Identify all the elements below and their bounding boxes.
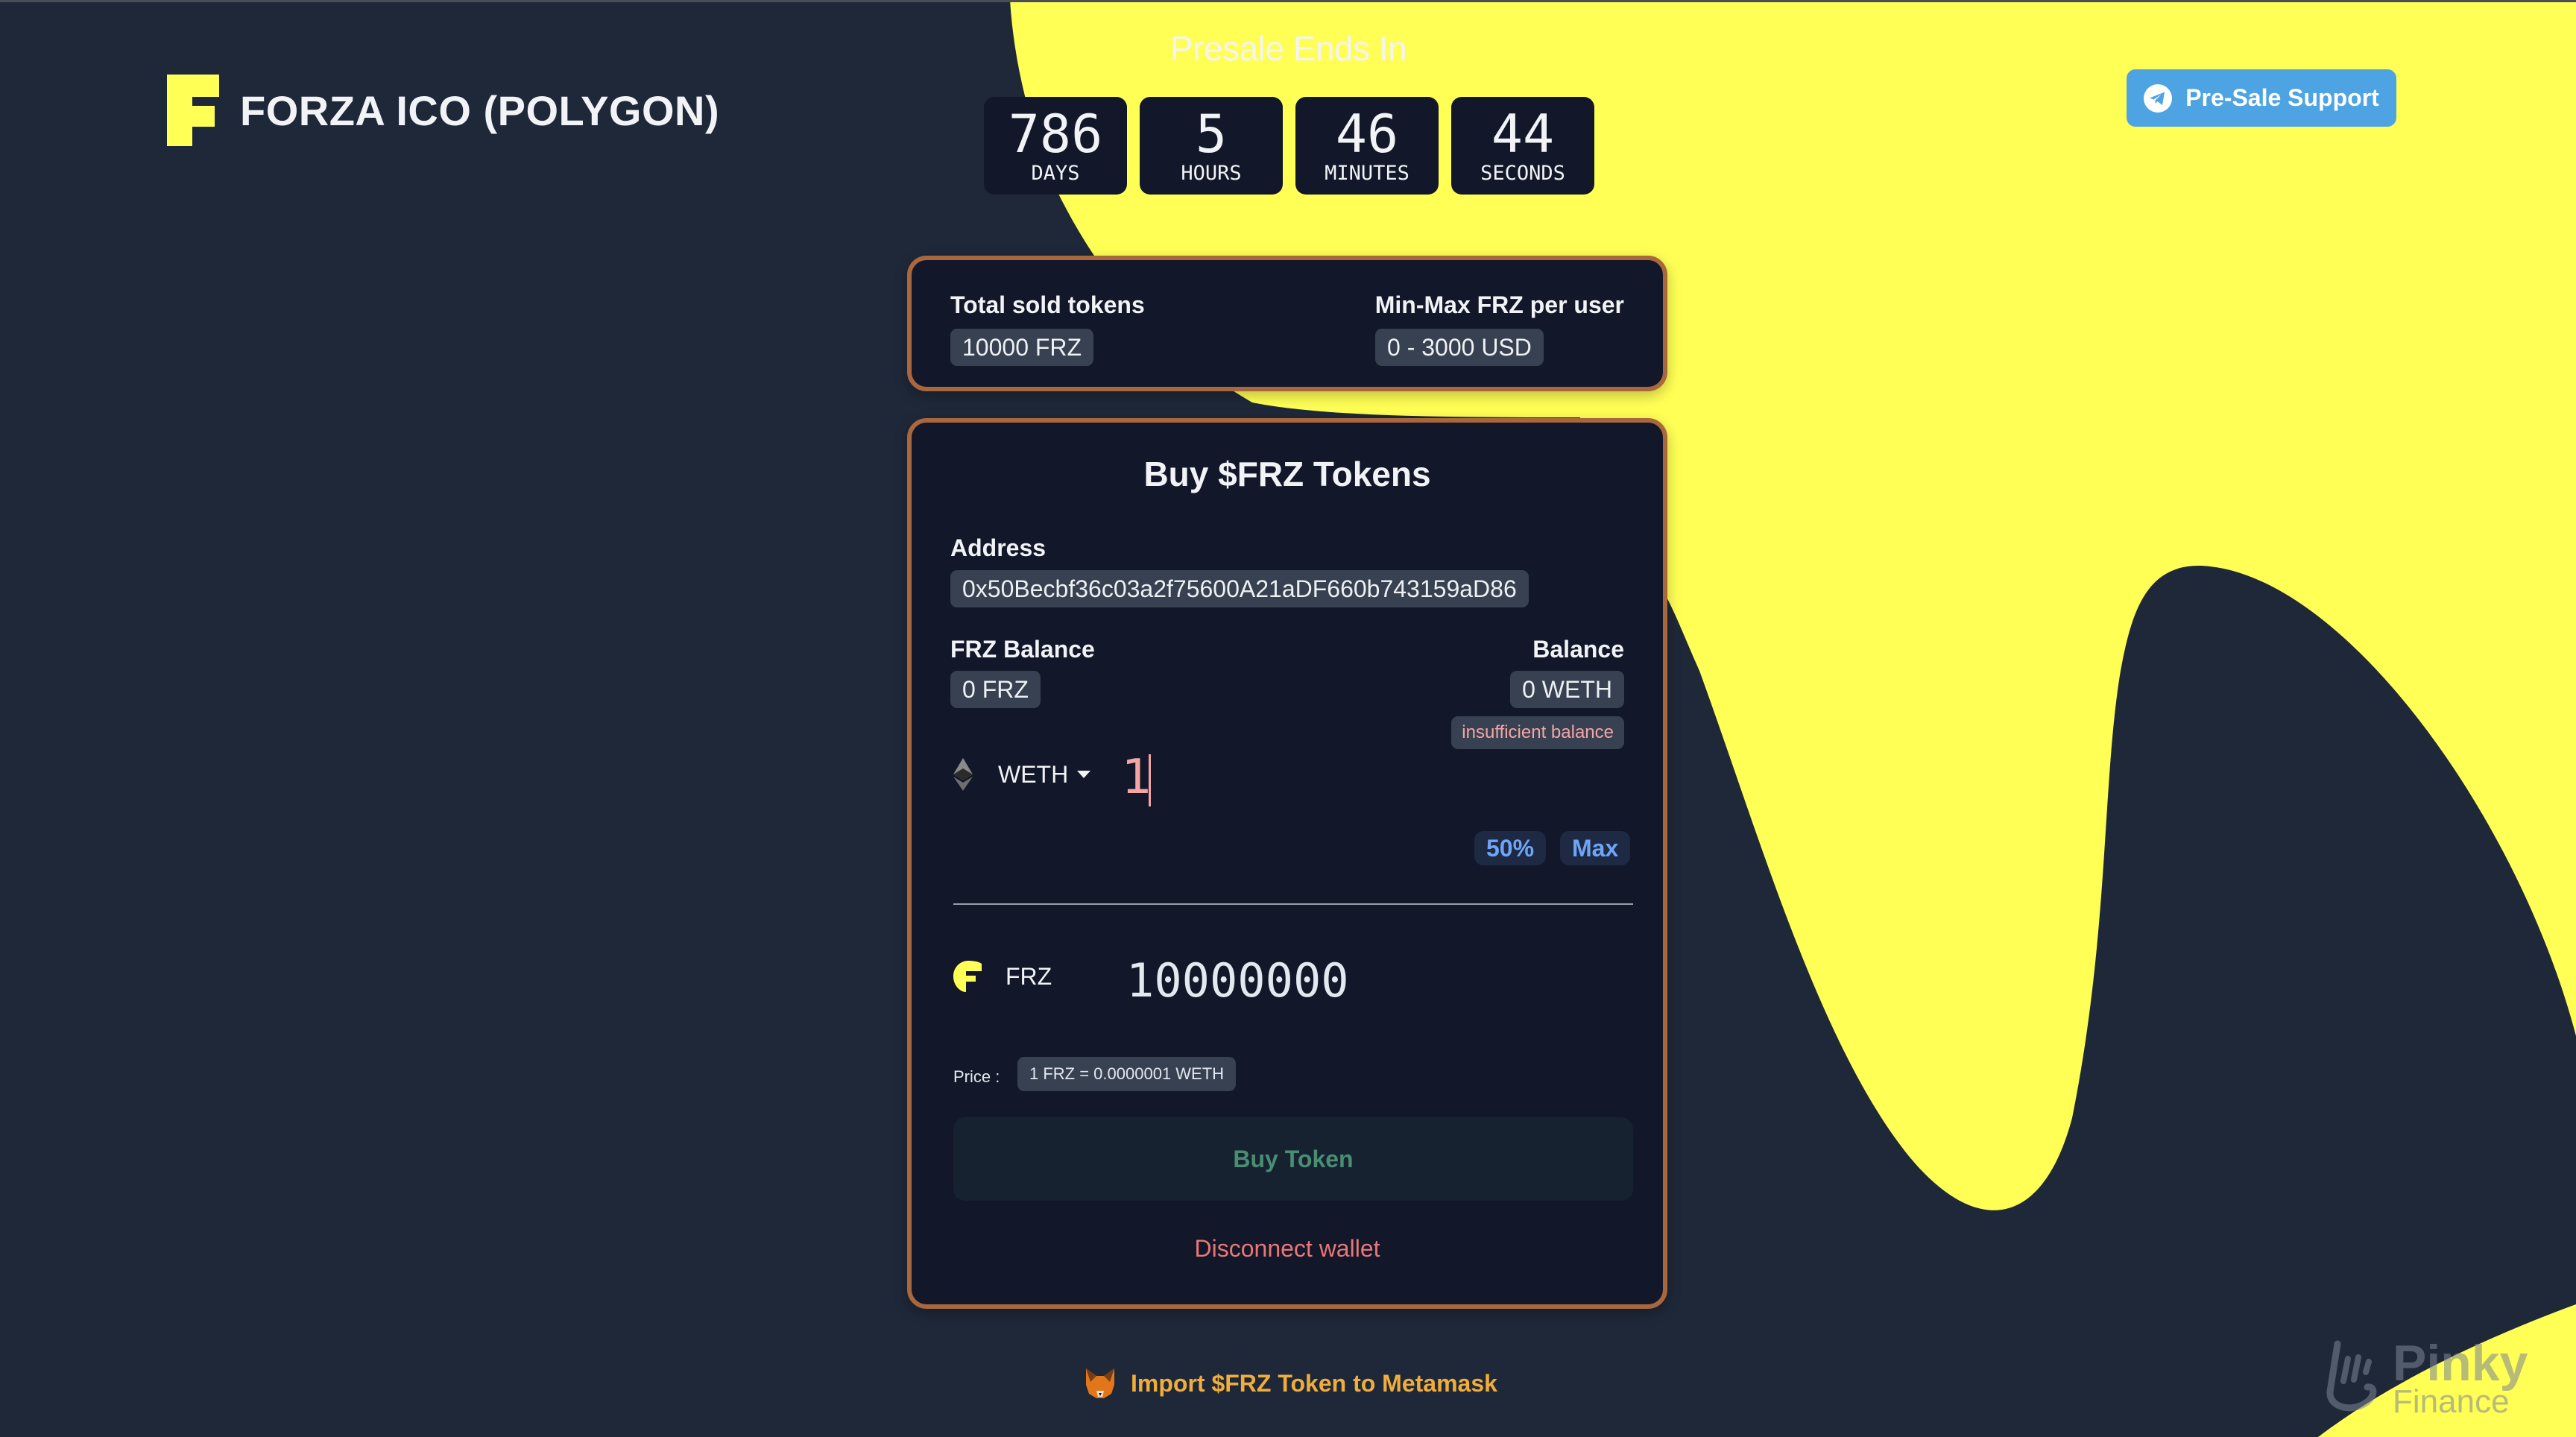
presale-support-button[interactable]: Pre-Sale Support (2127, 69, 2396, 127)
countdown-label: DAYS (1031, 161, 1080, 185)
app-title: FORZA ICO (POLYGON) (240, 86, 720, 134)
countdown-value: 46 (1335, 103, 1399, 165)
frz-balance-value: 0 FRZ (950, 671, 1041, 708)
buy-token-button[interactable]: Buy Token (953, 1117, 1633, 1201)
chevron-down-icon (1077, 771, 1091, 778)
watermark-sub: Finance (2393, 1383, 2510, 1420)
countdown-value: 786 (1008, 103, 1103, 165)
presale-countdown-title: Presale Ends In (1170, 29, 1407, 68)
buy-tokens-card: Buy $FRZ Tokens Address 0x50Becbf36c03a2… (907, 418, 1667, 1309)
watermark-name: Pinky (2393, 1335, 2528, 1392)
telegram-icon (2144, 83, 2173, 113)
weth-balance-value: 0 WETH (1510, 671, 1624, 708)
pay-token-selector[interactable]: WETH (953, 758, 1091, 791)
insufficient-balance-badge: insufficient balance (1451, 716, 1624, 749)
fifty-percent-button[interactable]: 50% (1474, 831, 1547, 865)
total-sold-value: 10000 FRZ (950, 329, 1094, 366)
token-stats-card: Total sold tokens 10000 FRZ Min-Max FRZ … (907, 256, 1667, 391)
minmax-value: 0 - 3000 USD (1375, 329, 1544, 366)
ethereum-icon (953, 758, 973, 791)
countdown-value: 5 (1195, 103, 1228, 165)
max-button[interactable]: Max (1560, 831, 1631, 865)
metamask-fox-icon (1086, 1368, 1114, 1398)
pinky-finance-logo-icon (2326, 1340, 2377, 1412)
countdown-value: 44 (1491, 103, 1555, 165)
weth-balance-label: Balance (1532, 636, 1624, 663)
countdown-minutes: 46 MINUTES (1295, 97, 1439, 195)
buy-card-title: Buy $FRZ Tokens (1143, 455, 1431, 493)
countdown-seconds: 44 SECONDS (1451, 97, 1594, 195)
countdown-days: 786 DAYS (984, 97, 1127, 195)
text-cursor (1149, 754, 1151, 806)
pay-token-name: WETH (998, 760, 1069, 788)
price-label: Price : (953, 1067, 1000, 1086)
minmax-label: Min-Max FRZ per user (1374, 291, 1624, 318)
brand-header: FORZA ICO (POLYGON) (167, 75, 719, 146)
wallet-address-value: 0x50Becbf36c03a2f75600A21aDF660b743159aD… (950, 570, 1529, 607)
countdown-hours: 5 HOURS (1140, 97, 1283, 195)
countdown-label: MINUTES (1325, 161, 1409, 185)
countdown-timer: 786 DAYS 5 HOURS 46 MINUTES 44 SECONDS (984, 97, 1594, 195)
countdown-label: HOURS (1181, 161, 1242, 185)
presale-support-label: Pre-Sale Support (2185, 84, 2379, 111)
window-top-border (0, 0, 2576, 2)
receive-token: FRZ (953, 961, 1052, 992)
receive-token-name: FRZ (1006, 962, 1052, 990)
section-divider (953, 903, 1633, 905)
countdown-label: SECONDS (1480, 161, 1565, 185)
import-token-metamask-link[interactable]: Import $FRZ Token to Metamask (1085, 1368, 1497, 1398)
address-label: Address (950, 534, 1046, 561)
price-value: 1 FRZ = 0.0000001 WETH (1017, 1057, 1237, 1091)
import-token-label: Import $FRZ Token to Metamask (1131, 1369, 1497, 1397)
disconnect-wallet-link[interactable]: Disconnect wallet (912, 1235, 1663, 1263)
forza-f-logo-icon (167, 75, 219, 146)
frz-token-icon (953, 961, 982, 992)
pinky-finance-watermark: Pinky Finance (2324, 1338, 2528, 1418)
pay-amount-input[interactable] (1122, 749, 1569, 806)
frz-balance-label: FRZ Balance (950, 636, 1095, 663)
receive-amount: 10000000 (1126, 953, 1349, 1008)
total-sold-label: Total sold tokens (950, 291, 1145, 318)
